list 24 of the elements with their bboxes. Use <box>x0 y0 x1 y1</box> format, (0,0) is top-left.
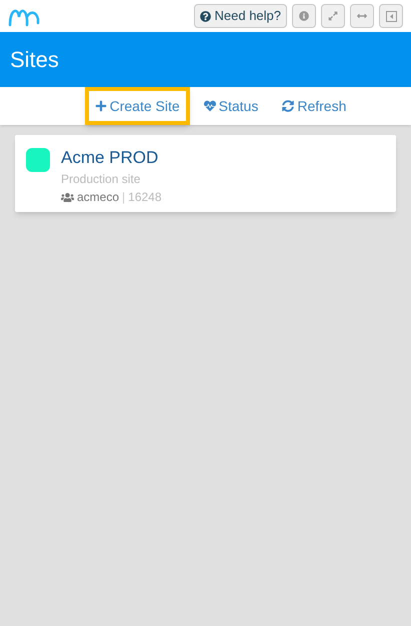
refresh-icon <box>282 100 294 112</box>
horizontal-arrows-icon <box>357 11 367 21</box>
expand-icon <box>328 11 338 21</box>
toolbar-button[interactable]: Refresh <box>272 87 356 125</box>
toolbar-button[interactable]: Create Site <box>84 87 190 125</box>
page-title: Sites <box>10 46 59 74</box>
users-icon <box>61 192 74 202</box>
collapse-panel-icon <box>386 10 396 22</box>
info-button[interactable] <box>292 4 316 28</box>
help-button[interactable]: Need help? <box>194 4 287 28</box>
heartbeat-icon <box>204 100 216 112</box>
plus-icon <box>94 100 107 112</box>
info-icon <box>299 11 309 21</box>
expand-button[interactable] <box>321 4 345 28</box>
site-card[interactable]: Acme PROD Production site acmeco | 16248 <box>15 135 396 212</box>
org-name: acmeco <box>77 189 120 206</box>
site-description: Production site <box>61 171 142 188</box>
site-id: 16248 <box>128 189 162 206</box>
site-name: Acme PROD <box>61 148 160 168</box>
separator: | <box>122 189 126 206</box>
toolbar-button[interactable]: Status <box>194 87 268 125</box>
panel-button[interactable] <box>379 4 403 28</box>
horizontal-arrows-button[interactable] <box>350 4 374 28</box>
help-icon <box>200 10 210 22</box>
